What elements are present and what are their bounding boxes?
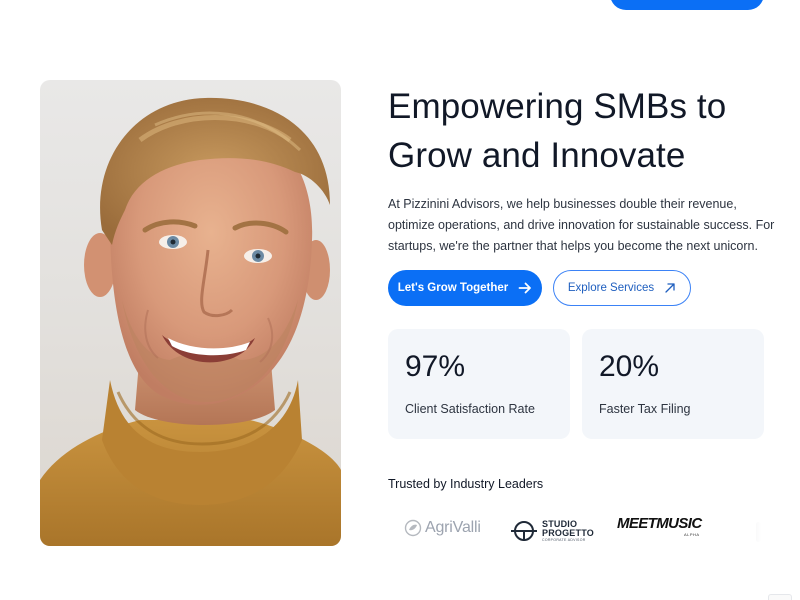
floating-widget[interactable]: [768, 594, 792, 600]
page: Empowering SMBs to Grow and Innovate At …: [0, 0, 800, 600]
logo-carousel-fade: [740, 505, 770, 550]
agrivalli-mark-icon: [404, 519, 422, 537]
meetmusic-logo-text: MEETMUSIC: [617, 515, 702, 532]
agrivalli-logo-text: AgriValli: [425, 519, 481, 536]
lets-grow-together-label: Let's Grow Together: [397, 282, 509, 294]
stat-value: 97%: [405, 350, 466, 383]
hero-portrait-photo: [40, 80, 341, 546]
studio-progetto-subtitle: CORPORATE ADVISOR: [542, 537, 586, 542]
agrivalli-logo: AgriValli: [404, 516, 481, 540]
stat-label: Client Satisfaction Rate: [405, 402, 535, 416]
lets-grow-together-button[interactable]: Let's Grow Together: [388, 270, 542, 306]
hero-description: At Pizzinini Advisors, we help businesse…: [388, 197, 775, 253]
header-cta-button[interactable]: [610, 0, 764, 10]
stat-value: 20%: [599, 350, 660, 383]
page-title-line-2: Grow and Innovate: [388, 136, 686, 175]
stat-card-satisfaction: 97% Client Satisfaction Rate: [388, 329, 570, 439]
meetmusic-logo-subtitle: ALPHA: [683, 532, 700, 537]
page-title-line-1: Empowering SMBs to: [388, 87, 727, 126]
arrow-up-right-icon: [664, 282, 676, 294]
explore-services-label: Explore Services: [567, 282, 655, 294]
studio-progetto-mark-icon: [511, 521, 537, 541]
meetmusic-logo: MEETMUSIC ALPHA: [617, 516, 702, 538]
page-title: Empowering SMBs to Grow and Innovate: [388, 82, 788, 180]
explore-services-button[interactable]: Explore Services: [553, 270, 691, 306]
stat-label: Faster Tax Filing: [599, 402, 691, 416]
arrow-right-icon: [518, 281, 532, 295]
stat-card-tax-filing: 20% Faster Tax Filing: [582, 329, 764, 439]
trusted-by-heading: Trusted by Industry Leaders: [388, 477, 544, 491]
studio-progetto-logo: STUDIO PROGETTO CORPORATE ADVISOR: [510, 518, 594, 544]
studio-progetto-line-2: PROGETTO: [542, 527, 594, 538]
